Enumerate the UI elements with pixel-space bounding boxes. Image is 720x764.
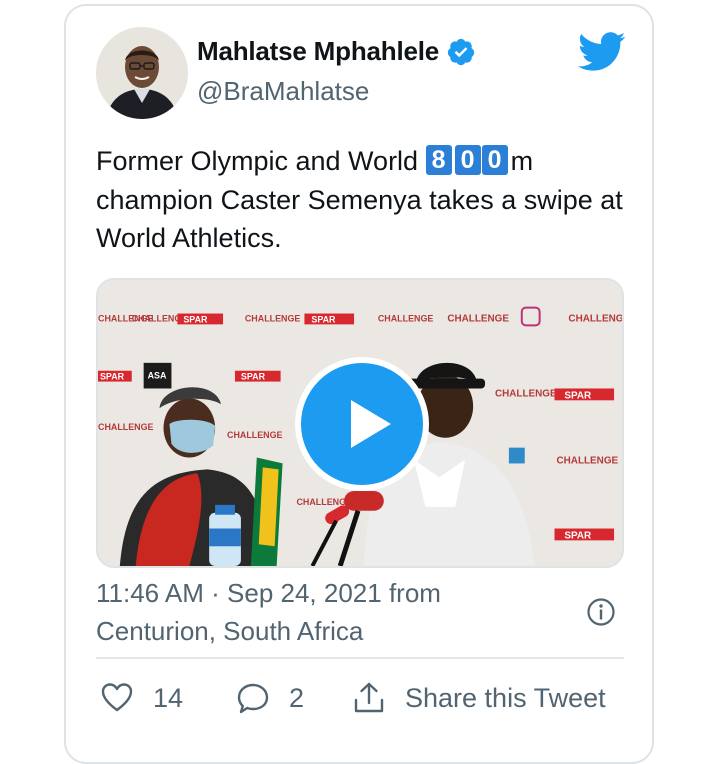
backdrop-text: CHALLENGE — [568, 313, 622, 324]
backdrop-text: SPAR — [100, 372, 125, 382]
play-icon — [351, 400, 391, 448]
backdrop-text: SPAR — [183, 314, 208, 324]
avatar[interactable] — [96, 27, 188, 119]
video-thumbnail[interactable]: CHALLENGE CHALLENGE SPAR CHALLENGE SPAR … — [96, 278, 624, 568]
digit-emoji: 0 — [454, 145, 481, 175]
reply-count: 2 — [289, 682, 305, 713]
share-label: Share this Tweet — [405, 682, 606, 713]
play-button[interactable] — [295, 357, 429, 491]
backdrop-text: CHALLENGE — [557, 455, 619, 466]
tweet-text: Former Olympic and World 800m champion C… — [96, 142, 636, 258]
reply-icon — [237, 683, 269, 714]
backdrop-text: SPAR — [564, 390, 591, 401]
backdrop-text: SPAR — [241, 372, 266, 382]
twitter-bird-icon[interactable] — [578, 32, 626, 72]
backdrop-text: CHALLENGE — [495, 388, 557, 399]
backdrop-text: ASA — [148, 371, 167, 381]
backdrop-text: CHALLENGE — [296, 497, 352, 507]
location[interactable]: Centurion, South Africa — [96, 612, 576, 650]
backdrop-text: SPAR — [311, 314, 336, 324]
tweet-text-start: Former Olympic and World — [96, 146, 426, 176]
backdrop-text: CHALLENGE — [378, 313, 434, 323]
author-row: Mahlatse Mphahlele — [197, 36, 476, 67]
backdrop-text: SPAR — [564, 530, 591, 541]
author-name[interactable]: Mahlatse Mphahlele — [197, 36, 439, 67]
author-handle[interactable]: @BraMahlatse — [197, 76, 369, 107]
reply-button[interactable]: 2 — [236, 676, 304, 720]
tweet-metadata: 11:46 AM · Sep 24, 2021 from Centurion, … — [96, 574, 576, 650]
timestamp[interactable]: 11:46 AM · Sep 24, 2021 from — [96, 574, 576, 612]
heart-icon — [101, 683, 133, 712]
backdrop-text: CHALLENGE — [98, 422, 154, 432]
share-button[interactable]: Share this Tweet — [352, 676, 606, 720]
verified-badge-icon — [447, 38, 475, 65]
backdrop-text: CHALLENGE — [227, 430, 283, 440]
backdrop-text: CHALLENGE — [245, 313, 301, 323]
like-button[interactable]: 14 — [100, 676, 183, 720]
digit-emoji: 0 — [481, 145, 508, 175]
divider — [96, 657, 624, 659]
like-count: 14 — [153, 682, 184, 713]
action-bar: 14 2 Share this Tweet — [100, 676, 640, 720]
info-icon[interactable] — [586, 597, 616, 627]
digit-emoji: 8 — [425, 145, 452, 175]
backdrop-text: CHALLENGE — [447, 313, 509, 324]
share-icon — [354, 682, 384, 713]
